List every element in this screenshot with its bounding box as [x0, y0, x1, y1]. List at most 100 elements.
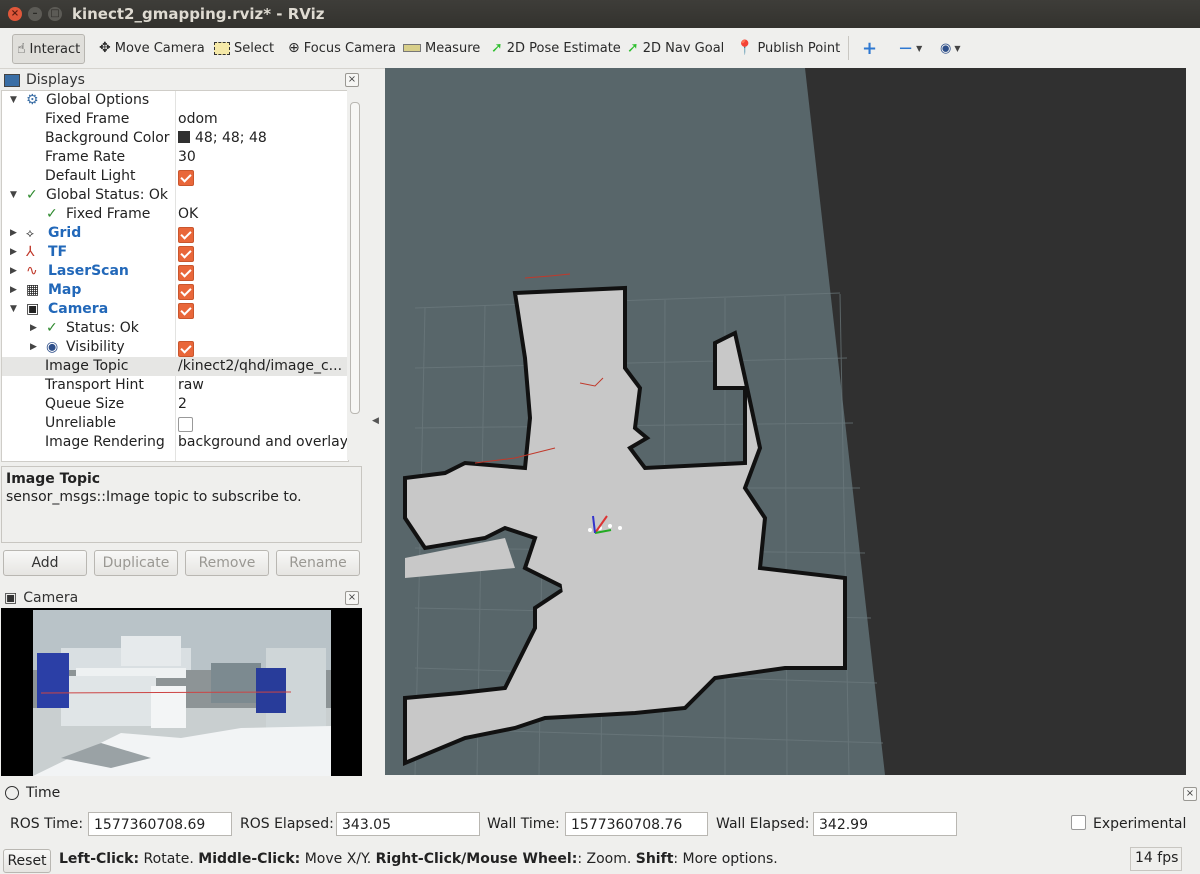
minus-icon: −: [898, 37, 914, 59]
tree-label: Global Status: Ok: [46, 187, 169, 203]
hint-key: Middle-Click:: [198, 851, 301, 867]
tree-label: Global Options: [46, 92, 150, 108]
remove-tool-button[interactable]: − ▼: [898, 34, 922, 62]
collapsed-arrow-icon[interactable]: ▶: [10, 243, 17, 262]
tree-row-fixed-frame[interactable]: Fixed Frame odom: [2, 110, 348, 129]
focus-camera-tool-button[interactable]: ⊕ Focus Camera: [288, 34, 396, 62]
tree-row-default-light[interactable]: Default Light: [2, 167, 348, 186]
remove-button[interactable]: Remove: [185, 550, 269, 576]
tree-row-map[interactable]: ▶ ▦ Map: [2, 281, 348, 300]
collapse-left-arrow-icon[interactable]: ◀: [372, 416, 379, 426]
tree-row-unreliable[interactable]: Unreliable: [2, 414, 348, 433]
ros-time-field[interactable]: 1577360708.69: [88, 812, 232, 836]
fps-indicator: 14 fps: [1130, 847, 1182, 871]
map-render: [385, 68, 885, 775]
tree-value[interactable]: background and overlay: [178, 433, 348, 452]
hand-cursor-icon: ☝: [17, 41, 26, 57]
pose-estimate-label: 2D Pose Estimate: [506, 40, 621, 56]
displays-tree[interactable]: ▼ ⚙ Global Options Fixed Frame odom Back…: [1, 90, 349, 462]
minimize-window-button[interactable]: –: [28, 7, 42, 21]
ros-elapsed-field[interactable]: 343.05: [336, 812, 480, 836]
tree-row-transport-hint[interactable]: Transport Hint raw: [2, 376, 348, 395]
tree-row-global-status[interactable]: ▼ ✓ Global Status: Ok: [2, 186, 348, 205]
tree-row-grid[interactable]: ▶ ⟡ Grid: [2, 224, 348, 243]
publish-point-label: Publish Point: [757, 40, 841, 56]
tree-row-queue-size[interactable]: Queue Size 2: [2, 395, 348, 414]
tree-row-camera[interactable]: ▼ ▣ Camera: [2, 300, 348, 319]
expand-arrow-icon[interactable]: ▼: [10, 91, 17, 110]
tree-row-image-rendering[interactable]: Image Rendering background and overlay: [2, 433, 348, 452]
tree-label: Frame Rate: [45, 149, 126, 165]
move-camera-tool-button[interactable]: ✥ Move Camera: [99, 34, 205, 62]
select-label: Select: [234, 40, 275, 56]
expand-arrow-icon[interactable]: ▼: [10, 300, 17, 319]
wall-elapsed-label: Wall Elapsed:: [716, 816, 810, 832]
tree-row-global-options[interactable]: ▼ ⚙ Global Options: [2, 91, 348, 110]
checkmark-icon: ✓: [26, 187, 38, 203]
close-camera-button[interactable]: ×: [345, 591, 359, 605]
pose-estimate-tool-button[interactable]: ➚ 2D Pose Estimate: [491, 34, 621, 62]
tree-row-tf[interactable]: ▶ ⅄ TF: [2, 243, 348, 262]
3d-render-view[interactable]: [385, 68, 1186, 775]
green-arrow-icon: ➚: [491, 40, 503, 56]
nav-goal-tool-button[interactable]: ➚ 2D Nav Goal: [627, 34, 724, 62]
collapsed-arrow-icon[interactable]: ▶: [10, 281, 17, 300]
select-tool-button[interactable]: Select: [214, 34, 274, 62]
tree-value[interactable]: 48; 48; 48: [178, 129, 267, 148]
duplicate-button[interactable]: Duplicate: [94, 550, 178, 576]
eye-icon: ◉: [940, 40, 952, 56]
interact-tool-button[interactable]: ☝ Interact: [12, 34, 86, 64]
ruler-icon: [403, 44, 421, 52]
collapsed-arrow-icon[interactable]: ▶: [30, 319, 37, 338]
tree-row-status-fixed-frame[interactable]: ✓ Fixed Frame OK: [2, 205, 348, 224]
scrollbar-thumb[interactable]: [350, 102, 360, 414]
tree-label: Map: [48, 282, 82, 298]
tree-row-background-color[interactable]: Background Color 48; 48; 48: [2, 129, 348, 148]
clock-icon: [5, 786, 19, 800]
displays-scrollbar[interactable]: [347, 90, 361, 460]
camera-icon: ▣: [26, 301, 40, 317]
measure-tool-button[interactable]: Measure: [403, 34, 480, 62]
tree-row-image-topic[interactable]: Image Topic /kinect2/qhd/image_c...: [2, 357, 348, 376]
wall-time-field[interactable]: 1577360708.76: [565, 812, 708, 836]
close-time-button[interactable]: ×: [1183, 787, 1197, 801]
dropdown-arrow-icon: ▼: [954, 43, 961, 53]
tree-label: Visibility: [66, 339, 125, 355]
camera-panel-title: Camera: [23, 590, 79, 606]
close-window-button[interactable]: ×: [8, 7, 22, 21]
camera-image-view[interactable]: [1, 608, 362, 776]
tree-label: Fixed Frame: [66, 206, 151, 222]
add-button[interactable]: Add: [3, 550, 87, 576]
tree-value[interactable]: raw: [178, 376, 204, 395]
close-displays-button[interactable]: ×: [345, 73, 359, 87]
expand-arrow-icon[interactable]: ▼: [10, 186, 17, 205]
unreliable-checkbox[interactable]: [178, 414, 193, 435]
tree-row-visibility[interactable]: ▶ ◉ Visibility: [2, 338, 348, 357]
hint-text: Move X/Y.: [300, 851, 376, 867]
toolbar-separator: [848, 36, 849, 60]
tree-label: LaserScan: [48, 263, 129, 279]
hint-text: Rotate.: [139, 851, 199, 867]
tree-value[interactable]: 30: [178, 148, 196, 167]
tree-label: Default Light: [45, 168, 136, 184]
collapsed-arrow-icon[interactable]: ▶: [10, 224, 17, 243]
tree-value[interactable]: 2: [178, 395, 187, 414]
collapsed-arrow-icon[interactable]: ▶: [10, 262, 17, 281]
rename-button[interactable]: Rename: [276, 550, 360, 576]
collapsed-arrow-icon[interactable]: ▶: [30, 338, 37, 357]
green-arrow-icon: ➚: [627, 40, 639, 56]
tool-properties-button[interactable]: ◉ ▼: [940, 34, 961, 62]
experimental-checkbox[interactable]: [1071, 815, 1086, 830]
wall-time-label: Wall Time:: [487, 816, 560, 832]
tree-value[interactable]: /kinect2/qhd/image_c...: [178, 357, 342, 376]
maximize-window-button[interactable]: □: [48, 7, 62, 21]
wall-elapsed-field[interactable]: 342.99: [813, 812, 957, 836]
tree-value[interactable]: odom: [178, 110, 218, 129]
tree-row-frame-rate[interactable]: Frame Rate 30: [2, 148, 348, 167]
tree-row-status-ok[interactable]: ▶ ✓ Status: Ok: [2, 319, 348, 338]
tree-row-laserscan[interactable]: ▶ ∿ LaserScan: [2, 262, 348, 281]
reset-button[interactable]: Reset: [3, 849, 51, 873]
add-tool-button[interactable]: +: [862, 34, 877, 62]
right-dock-strip: [1186, 68, 1200, 775]
publish-point-tool-button[interactable]: 📍 Publish Point: [736, 34, 840, 62]
